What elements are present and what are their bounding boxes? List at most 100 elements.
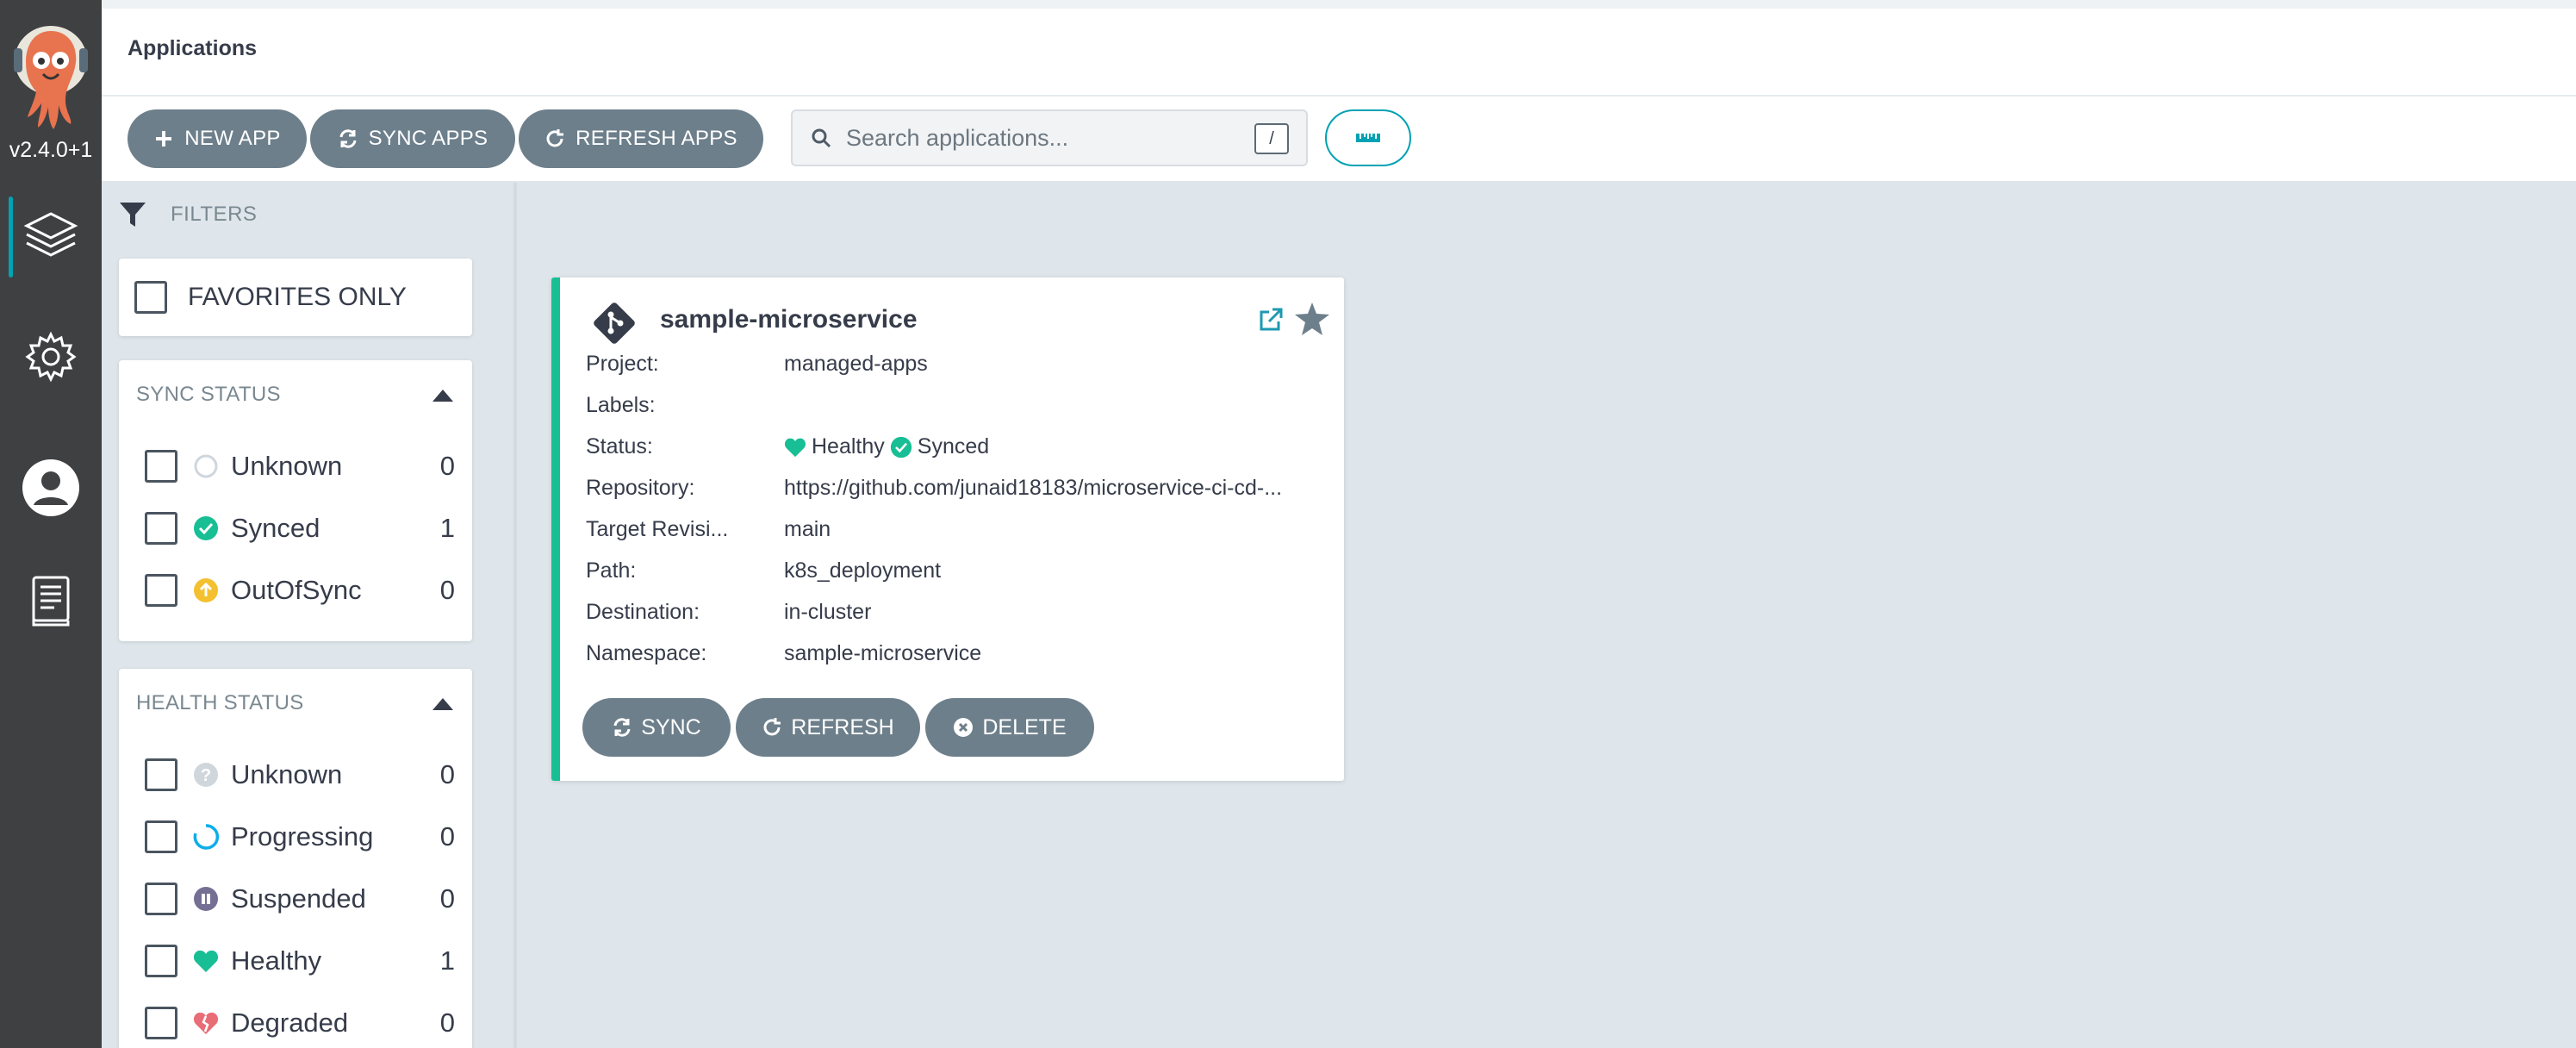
layers-icon (23, 212, 78, 257)
filter-row-synced[interactable]: Synced 1 (145, 507, 455, 550)
field-value: main (784, 517, 831, 541)
collapse-caret-icon[interactable] (432, 698, 453, 710)
health-status-filter: HEALTH STATUS ? Unknown 0 Progressing 0 … (119, 669, 472, 1048)
collapse-caret-icon[interactable] (432, 390, 453, 402)
filter-label: Degraded (231, 1007, 349, 1038)
field-value: in-cluster (784, 600, 872, 624)
field-key: Status: (586, 434, 653, 458)
favorites-only-label: FAVORITES ONLY (188, 283, 407, 311)
checkbox[interactable] (145, 945, 177, 977)
sync-button[interactable]: SYNC (582, 698, 731, 757)
checkbox[interactable] (145, 512, 177, 545)
filters-header[interactable]: FILTERS (119, 202, 257, 228)
argo-logo[interactable] (9, 22, 93, 131)
field-namespace: Namespace: sample-microservice (586, 641, 1335, 676)
ruler-icon (1356, 134, 1380, 142)
external-link-icon[interactable] (1258, 307, 1284, 333)
filter-count: 0 (439, 451, 455, 481)
app-name[interactable]: sample-microservice (660, 305, 918, 334)
filter-row-outofsync[interactable]: OutOfSync 0 (145, 569, 455, 612)
field-key: Repository: (586, 476, 695, 500)
health-status-text: Healthy (812, 434, 885, 458)
health-status-title: HEALTH STATUS (136, 691, 304, 714)
nav-applications[interactable] (0, 193, 102, 279)
delete-button[interactable]: DELETE (925, 698, 1094, 757)
filter-row-health-unknown[interactable]: ? Unknown 0 (145, 753, 455, 796)
field-key: Path: (586, 558, 637, 583)
refresh-apps-button[interactable]: REFRESH APPS (519, 109, 763, 168)
view-toggle-button[interactable] (1325, 109, 1411, 166)
field-key: Destination: (586, 600, 700, 624)
svg-text:?: ? (201, 766, 211, 785)
checkbox[interactable] (145, 574, 177, 607)
filter-row-suspended[interactable]: Suspended 0 (145, 877, 455, 920)
filter-count: 1 (439, 945, 455, 976)
sync-apps-label: SYNC APPS (368, 127, 488, 150)
refresh-label: REFRESH (791, 714, 894, 739)
filter-row-healthy[interactable]: Healthy 1 (145, 939, 455, 982)
checkbox[interactable] (145, 820, 177, 853)
filters-panel: FILTERS FAVORITES ONLY SYNC STATUS Unkno… (102, 183, 517, 1048)
sync-status-text: Synced (917, 434, 990, 458)
checkbox[interactable] (145, 1007, 177, 1039)
sync-status-filter: SYNC STATUS Unknown 0 Synced 1 OutOfSync… (119, 360, 472, 641)
filter-count: 0 (439, 1007, 455, 1038)
field-target-revision: Target Revisi... main (586, 517, 1335, 552)
favorites-only-filter[interactable]: FAVORITES ONLY (119, 259, 472, 336)
check-circle-icon (890, 436, 912, 458)
checkbox[interactable] (145, 450, 177, 483)
page-title: Applications (128, 36, 258, 60)
favorites-only-checkbox[interactable] (134, 281, 167, 314)
filter-row-progressing[interactable]: Progressing 0 (145, 815, 455, 858)
field-value: Healthy Synced (784, 434, 1318, 459)
field-value: https://github.com/junaid18183/microserv… (784, 476, 1283, 500)
field-status: Status: Healthy Synced (586, 434, 1335, 469)
filter-count: 0 (439, 821, 455, 852)
circle-notch-icon (194, 454, 218, 478)
heart-icon (193, 950, 219, 972)
search-icon (812, 128, 831, 148)
sync-apps-button[interactable]: SYNC APPS (310, 109, 515, 168)
filter-row-sync-unknown[interactable]: Unknown 0 (145, 445, 455, 488)
question-circle-icon: ? (194, 763, 218, 787)
filter-label: Healthy (231, 945, 322, 976)
side-nav: v2.4.0+1 (0, 0, 102, 1048)
user-icon (22, 459, 79, 516)
heart-broken-icon (193, 1012, 219, 1034)
search-shortcut-key: / (1254, 123, 1289, 154)
nav-user-info[interactable] (0, 445, 102, 531)
sync-status-title: SYNC STATUS (136, 383, 281, 406)
application-tile[interactable]: sample-microservice Project: managed-app… (551, 278, 1344, 781)
git-icon (594, 303, 635, 344)
checkbox[interactable] (145, 883, 177, 915)
checkbox[interactable] (145, 758, 177, 791)
filter-count: 0 (439, 575, 455, 605)
filter-icon (120, 203, 146, 227)
field-key: Project: (586, 352, 659, 376)
search-box: / (791, 109, 1308, 166)
heart-icon (784, 438, 806, 457)
refresh-apps-label: REFRESH APPS (576, 127, 737, 150)
progressing-icon (193, 824, 219, 850)
nav-settings[interactable] (0, 314, 102, 400)
star-icon[interactable] (1294, 302, 1330, 336)
new-app-button[interactable]: NEW APP (128, 109, 307, 168)
nav-documentation[interactable] (0, 558, 102, 645)
filter-label: Suspended (231, 883, 366, 914)
search-input[interactable] (846, 124, 1251, 152)
filters-title: FILTERS (171, 203, 258, 226)
filter-row-degraded[interactable]: Degraded 0 (145, 1001, 455, 1045)
pause-circle-icon (194, 887, 218, 911)
filter-label: OutOfSync (231, 575, 362, 605)
filter-label: Synced (231, 513, 320, 543)
refresh-icon (546, 129, 564, 147)
gear-icon (25, 331, 77, 383)
plus-icon (156, 131, 172, 147)
field-project: Project: managed-apps (586, 352, 1335, 386)
field-key: Target Revisi... (586, 517, 729, 541)
field-value: k8s_deployment (784, 558, 942, 583)
filter-label: Unknown (231, 759, 343, 789)
refresh-button[interactable]: REFRESH (736, 698, 920, 757)
field-key: Labels: (586, 393, 656, 417)
sync-label: SYNC (641, 714, 701, 739)
